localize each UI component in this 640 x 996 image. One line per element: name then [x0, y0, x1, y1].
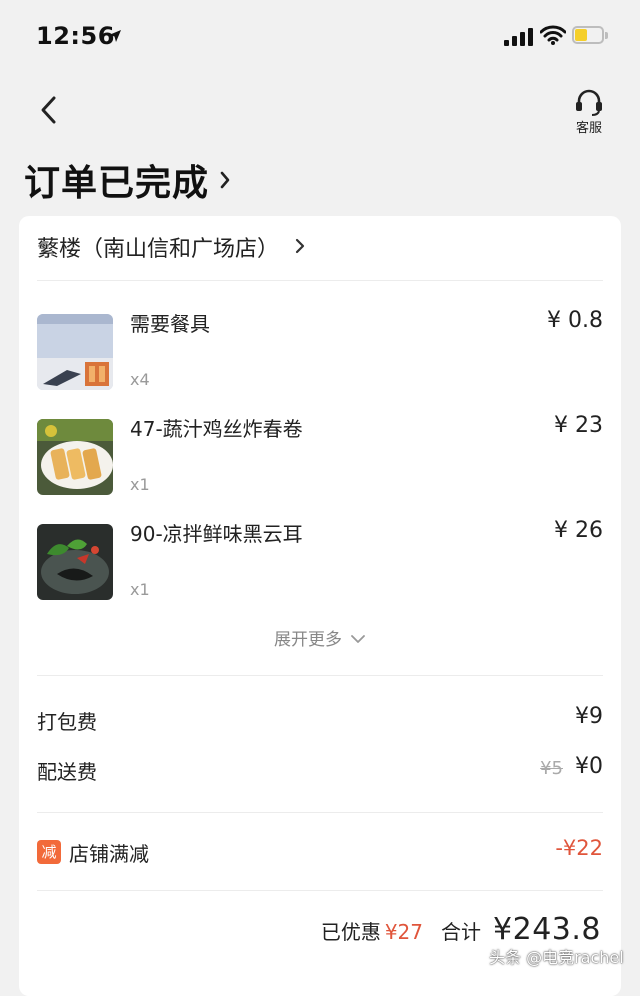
shop-name: 蘩楼（南山信和广场店）	[37, 237, 280, 262]
divider	[37, 675, 603, 676]
total-label: 合计	[441, 920, 482, 944]
discount-badge: 减	[37, 840, 61, 864]
item-thumbnail	[37, 524, 113, 600]
order-card: 蘩楼（南山信和广场店） 需要餐具 x4 ¥ 0.8 47-蔬汁鸡丝炸春卷 x1 …	[19, 216, 621, 996]
delivery-fee-value: ¥0	[575, 754, 603, 779]
item-price: ¥ 23	[554, 413, 603, 438]
item-name: 90-凉拌鲜味黑云耳	[130, 522, 303, 546]
discount-value: -¥22	[555, 836, 603, 860]
headset-icon	[574, 88, 604, 120]
chevron-down-icon	[350, 629, 366, 648]
customer-service-button[interactable]: 客服	[564, 88, 614, 138]
delivery-fee-original: ¥5	[540, 758, 563, 779]
chevron-right-icon	[295, 238, 305, 258]
cellular-signal-icon	[504, 28, 534, 46]
wifi-icon	[539, 25, 567, 49]
order-status[interactable]: 订单已完成	[24, 156, 231, 204]
item-thumbnail	[37, 419, 113, 495]
delivery-fee-row: 配送费 ¥5 ¥0	[37, 754, 603, 786]
list-item[interactable]: 47-蔬汁鸡丝炸春卷 x1 ¥ 23	[37, 413, 603, 499]
watermark: 头条 @电竞rachel	[489, 948, 624, 967]
chevron-right-icon	[219, 170, 231, 194]
back-button[interactable]	[34, 92, 68, 128]
location-arrow-icon	[108, 28, 122, 47]
packing-fee-value: ¥9	[575, 704, 603, 729]
saved-label: 已优惠	[320, 920, 381, 944]
item-name: 需要餐具	[130, 312, 210, 336]
divider	[37, 812, 603, 813]
saved-value: ¥27	[384, 920, 424, 944]
item-price: ¥ 26	[554, 518, 603, 543]
chevron-left-icon	[34, 96, 68, 132]
list-item[interactable]: 90-凉拌鲜味黑云耳 x1 ¥ 26	[37, 518, 603, 604]
item-name: 47-蔬汁鸡丝炸春卷	[130, 417, 303, 441]
order-status-title: 订单已完成	[24, 163, 210, 204]
customer-service-label: 客服	[575, 121, 602, 136]
delivery-fee-label: 配送费	[37, 760, 97, 784]
packing-fee-label: 打包费	[37, 710, 97, 734]
expand-more-label: 展开更多	[274, 629, 342, 650]
item-quantity: x1	[130, 475, 150, 494]
item-quantity: x1	[130, 580, 150, 599]
item-quantity: x4	[130, 370, 150, 389]
list-item[interactable]: 需要餐具 x4 ¥ 0.8	[37, 308, 603, 394]
packing-fee-row: 打包费 ¥9	[37, 704, 603, 736]
item-price: ¥ 0.8	[547, 308, 603, 333]
item-thumbnail	[37, 314, 113, 390]
divider	[37, 890, 603, 891]
status-time: 12:56	[36, 22, 115, 50]
total-value: ¥243.8	[493, 912, 601, 947]
shop-discount-row: 减 店铺满减 -¥22	[37, 836, 603, 870]
status-bar: 12:56	[0, 0, 640, 70]
discount-label: 店铺满减	[69, 842, 149, 866]
divider	[37, 280, 603, 281]
battery-icon	[572, 26, 610, 46]
shop-link[interactable]: 蘩楼（南山信和广场店）	[37, 230, 305, 264]
expand-more-button[interactable]: 展开更多	[19, 623, 621, 651]
